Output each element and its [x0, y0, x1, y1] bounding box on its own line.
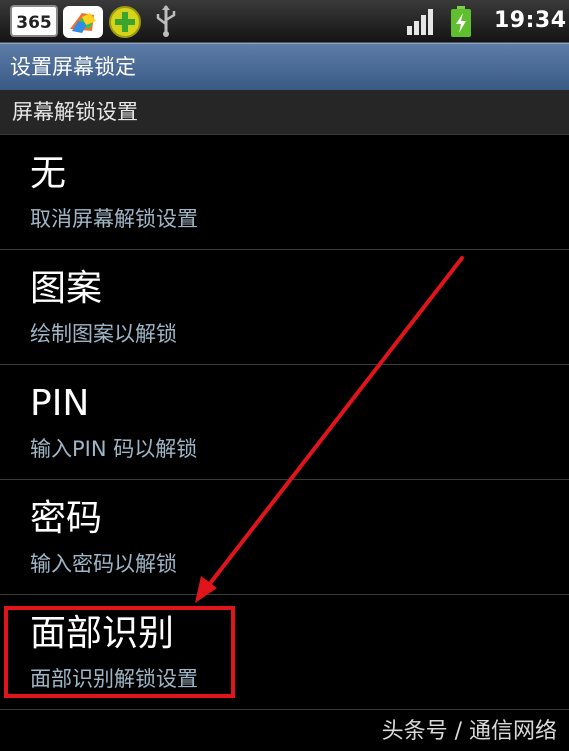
- usb-icon: [156, 5, 176, 37]
- section-title: 屏幕解锁设置: [12, 100, 138, 124]
- battery-charging-icon: [451, 6, 471, 37]
- option-title: 密码: [30, 498, 103, 539]
- status-bar: 365 19:34: [0, 0, 569, 43]
- plus-app-icon[interactable]: [108, 5, 142, 39]
- option-title: 图案: [30, 268, 103, 309]
- option-title: PIN: [30, 383, 90, 424]
- option-password[interactable]: 密码 输入密码以解锁: [0, 480, 569, 595]
- option-subtitle: 绘制图案以解锁: [30, 322, 177, 346]
- page-title: 设置屏幕锁定: [10, 55, 136, 79]
- highlight-box: [4, 606, 235, 698]
- title-bar: 设置屏幕锁定: [0, 43, 569, 90]
- option-pattern[interactable]: 图案 绘制图案以解锁: [0, 250, 569, 365]
- colorful-app-icon[interactable]: [62, 5, 104, 39]
- screen: 365 19:34 设置屏幕锁定 屏幕解锁设置 无 取消屏幕解锁设置 图案 绘制…: [0, 0, 569, 751]
- section-header: 屏幕解锁设置: [0, 90, 569, 135]
- option-none[interactable]: 无 取消屏幕解锁设置: [0, 135, 569, 250]
- app-365-icon[interactable]: 365: [10, 5, 58, 37]
- option-title: 无: [30, 153, 67, 194]
- option-subtitle: 取消屏幕解锁设置: [30, 207, 198, 231]
- watermark: 头条号 / 通信网络: [381, 719, 557, 744]
- option-subtitle: 输入PIN 码以解锁: [30, 437, 198, 461]
- option-pin[interactable]: PIN 输入PIN 码以解锁: [0, 365, 569, 480]
- option-subtitle: 输入密码以解锁: [30, 552, 177, 576]
- signal-icon: [407, 9, 433, 35]
- clock: 19:34: [494, 8, 567, 33]
